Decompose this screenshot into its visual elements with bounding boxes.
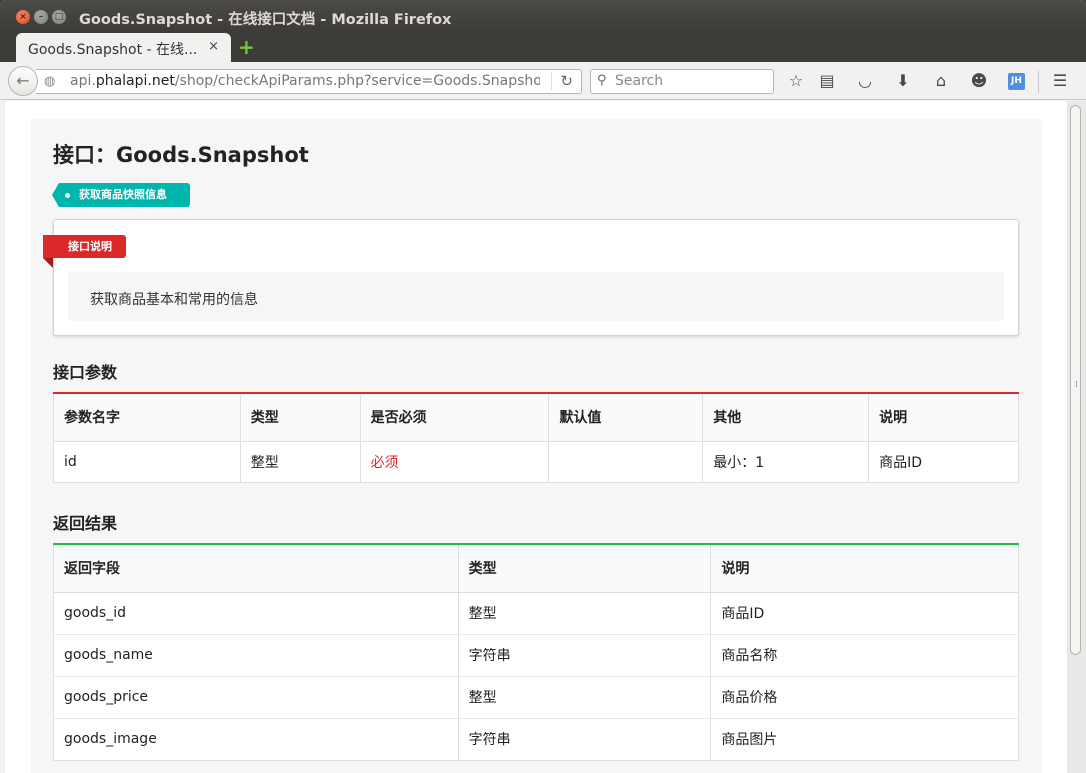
table-cell: 商品图片 [710,717,1019,760]
table-cell: 整型 [457,591,711,634]
bookmark-star-icon[interactable]: ☆ [785,70,807,92]
column-header: 默认值 [548,393,703,442]
browser-window: × – □ Goods.Snapshot - 在线接口文档 - Mozilla … [0,0,1086,773]
menu-icon[interactable]: ☰ [1049,70,1071,92]
extension-jh-icon[interactable]: JH [1008,73,1025,90]
table-cell: 商品名称 [710,633,1019,676]
table-cell: 整型 [239,440,361,482]
table-row: goods_id 整型 商品ID [53,591,1019,634]
title-bar: × – □ Goods.Snapshot - 在线接口文档 - Mozilla … [0,0,1086,33]
column-header: 类型 [457,544,711,593]
description-segment: 接口说明 获取商品基本和常用的信息 [43,219,1019,336]
table-cell: 商品ID [710,591,1019,634]
tab-title: Goods.Snapshot - 在线... [28,42,198,58]
reading-list-icon[interactable]: ▤ [816,70,838,92]
globe-icon: ◍ [44,74,56,89]
tab-close-icon[interactable]: × [208,39,219,54]
summary-tag: 获取商品快照信息 [52,183,190,207]
navigation-toolbar: ◍ api.phalapi.net/shop/checkApiParams.ph… [0,62,1086,100]
table-row: id 整型 必须 最小：1 商品ID [53,440,1019,482]
table-header-row: 参数名字 类型 是否必须 默认值 其他 说明 [53,393,1019,442]
table-cell: 字符串 [457,717,711,760]
window-title: Goods.Snapshot - 在线接口文档 - Mozilla Firefo… [79,12,452,28]
new-tab-button[interactable]: + [238,36,255,58]
column-header: 参数名字 [53,393,241,442]
page-title: 接口：Goods.Snapshot [53,143,309,167]
description-box: 获取商品基本和常用的信息 [68,272,1004,321]
window-close-button[interactable]: × [16,10,30,24]
pocket-icon[interactable]: ◡ [854,70,876,92]
window-minimize-button[interactable]: – [34,10,48,24]
grip-icon: ⁞ [1075,380,1078,390]
results-heading: 返回结果 [53,514,118,533]
results-table: 返回字段 类型 说明 goods_id 整型 商品ID goods_name 字… [53,543,1019,761]
table-cell: id [53,440,241,482]
column-header: 其他 [702,393,869,442]
url-bar[interactable]: ◍ api.phalapi.net/shop/checkApiParams.ph… [36,69,582,94]
table-cell [548,440,703,482]
search-placeholder: Search [615,73,664,89]
doc-card: 接口：Goods.Snapshot 获取商品快照信息 接口说明 获取商品基本和常… [31,119,1042,773]
table-cell: goods_image [53,717,459,760]
tab-strip: Goods.Snapshot - 在线... × + [0,33,1086,63]
params-heading: 接口参数 [53,363,118,382]
table-row: goods_price 整型 商品价格 [53,675,1019,718]
url-text[interactable]: api.phalapi.net/shop/checkApiParams.php?… [70,73,540,89]
reload-icon[interactable]: ↻ [551,72,573,90]
table-row: goods_name 字符串 商品名称 [53,633,1019,676]
tab-goods-snapshot[interactable]: Goods.Snapshot - 在线... × [16,33,231,63]
download-icon[interactable]: ⬇ [892,70,914,92]
table-header-row: 返回字段 类型 说明 [53,544,1019,593]
back-button[interactable]: ← [8,66,38,96]
table-cell: goods_price [53,675,459,718]
column-header: 说明 [868,393,1019,442]
params-table: 参数名字 类型 是否必须 默认值 其他 说明 id 整型 必须 最小：1 商品I… [53,392,1019,483]
window-maximize-button[interactable]: □ [52,10,66,24]
table-cell: 商品ID [868,440,1019,482]
table-cell: goods_id [53,591,459,634]
table-cell: goods_name [53,633,459,676]
table-cell: 商品价格 [710,675,1019,718]
home-icon[interactable]: ⌂ [930,70,952,92]
column-header: 是否必须 [359,393,549,442]
table-cell: 整型 [457,675,711,718]
arrow-left-icon: ← [16,71,30,90]
chat-icon[interactable]: ☻ [968,70,990,92]
vertical-scrollbar[interactable]: ⁞ [1067,101,1086,773]
search-input[interactable]: ⚲ Search [590,69,774,94]
column-header: 返回字段 [53,544,459,593]
description-text: 获取商品基本和常用的信息 [90,292,258,308]
column-header: 类型 [239,393,361,442]
required-cell: 必须 [359,440,549,482]
table-cell: 最小：1 [702,440,869,482]
table-row: goods_image 字符串 商品图片 [53,717,1019,760]
scrollbar-thumb[interactable]: ⁞ [1070,105,1081,655]
toolbar-divider [1038,71,1039,93]
column-header: 说明 [710,544,1019,593]
table-cell: 字符串 [457,633,711,676]
description-ribbon: 接口说明 [43,235,126,268]
search-icon: ⚲ [597,73,607,88]
page-content: 接口：Goods.Snapshot 获取商品快照信息 接口说明 获取商品基本和常… [5,101,1067,773]
